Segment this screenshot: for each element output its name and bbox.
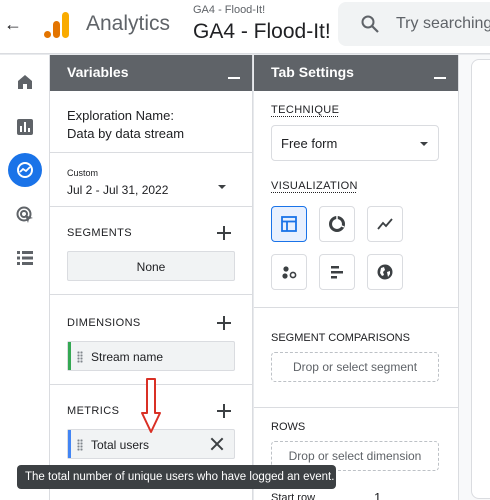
metrics-label: METRICS xyxy=(67,405,119,417)
explore-icon xyxy=(15,160,35,180)
canvas-panel xyxy=(458,55,490,500)
date-range-value[interactable]: Jul 2 - Jul 31, 2022 xyxy=(67,183,168,197)
dimensions-label: DIMENSIONS xyxy=(67,317,141,329)
dimension-chip-label: Stream name xyxy=(91,350,163,364)
rows-label: ROWS xyxy=(271,421,305,433)
segment-chip-label: None xyxy=(68,260,234,274)
viz-geo-button[interactable] xyxy=(367,254,403,290)
technique-value: Free form xyxy=(281,136,337,151)
left-nav xyxy=(0,55,50,500)
minimize-icon[interactable] xyxy=(434,77,446,79)
remove-metric-close-icon[interactable] xyxy=(210,437,224,451)
search-box[interactable]: Try searching xyxy=(338,2,490,46)
analytics-logo-icon xyxy=(42,10,72,40)
add-segment-plus-icon[interactable] xyxy=(217,226,231,240)
reports-icon xyxy=(15,117,35,137)
scatter-icon xyxy=(279,262,299,282)
segment-chip: None xyxy=(67,251,235,281)
configure-icon xyxy=(15,248,35,268)
property-name[interactable]: GA4 - Flood-It! xyxy=(193,20,331,44)
nav-advertising[interactable] xyxy=(8,198,42,232)
visualization-label: VISUALIZATION xyxy=(271,180,358,192)
segment-comparisons-label: SEGMENT COMPARISONS xyxy=(271,332,410,344)
tab-settings-title: Tab Settings xyxy=(271,64,354,80)
exploration-name-value[interactable]: Data by data stream xyxy=(67,126,184,141)
app-name: Analytics xyxy=(86,12,170,36)
minimize-icon[interactable] xyxy=(228,77,240,79)
variables-header: Variables xyxy=(50,55,252,91)
date-range-section xyxy=(50,153,252,207)
date-custom-label: Custom xyxy=(67,168,98,178)
tab-settings-panel: Tab Settings TECHNIQUE Free form VISUALI… xyxy=(254,55,458,500)
start-row-label: Start row xyxy=(271,492,315,500)
bar-chart-icon xyxy=(327,262,347,282)
segments-label: SEGMENTS xyxy=(67,227,132,239)
search-icon xyxy=(360,14,380,34)
tab-settings-header: Tab Settings xyxy=(254,55,458,91)
nav-home[interactable] xyxy=(8,65,42,99)
variables-title: Variables xyxy=(67,64,129,80)
viz-donut-button[interactable] xyxy=(319,206,355,242)
divider xyxy=(254,407,458,408)
nav-explore[interactable] xyxy=(8,153,42,187)
nav-configure[interactable] xyxy=(8,241,42,275)
drag-handle-icon[interactable] xyxy=(77,351,83,363)
viz-scatter-button[interactable] xyxy=(271,254,307,290)
segment-dropzone[interactable]: Drop or select segment xyxy=(271,352,439,382)
add-metric-plus-icon[interactable] xyxy=(217,404,231,418)
home-icon xyxy=(15,72,35,92)
line-chart-icon xyxy=(375,214,395,234)
viz-line-button[interactable] xyxy=(367,206,403,242)
viz-bar-button[interactable] xyxy=(319,254,355,290)
search-placeholder: Try searching xyxy=(396,15,490,33)
account-name[interactable]: GA4 - Flood-It! xyxy=(193,4,265,16)
metric-chip-label: Total users xyxy=(91,438,149,452)
geo-map-icon xyxy=(375,262,395,282)
technique-select[interactable]: Free form xyxy=(271,125,439,161)
divider xyxy=(254,307,458,308)
viz-table-button[interactable] xyxy=(271,206,307,242)
start-row-value[interactable]: 1 xyxy=(374,490,381,500)
advertising-icon xyxy=(15,205,35,225)
back-arrow-icon[interactable]: ← xyxy=(4,13,22,35)
metric-color-bar xyxy=(68,430,71,458)
annotation-arrow-icon xyxy=(140,377,162,435)
chevron-down-icon[interactable] xyxy=(218,185,226,189)
canvas-card xyxy=(471,59,490,499)
drag-handle-icon[interactable] xyxy=(77,439,83,451)
table-icon xyxy=(279,214,299,234)
top-bar: ← Analytics GA4 - Flood-It! GA4 - Flood-… xyxy=(0,0,490,54)
nav-reports[interactable] xyxy=(8,110,42,144)
donut-chart-icon xyxy=(327,214,347,234)
metric-tooltip: The total number of unique users who hav… xyxy=(17,465,336,489)
dimension-color-bar xyxy=(68,342,71,370)
chevron-down-icon xyxy=(420,142,428,146)
dimension-chip-stream-name[interactable]: Stream name xyxy=(67,341,235,371)
exploration-name-label: Exploration Name: xyxy=(67,108,174,123)
technique-label: TECHNIQUE xyxy=(271,104,339,116)
add-dimension-plus-icon[interactable] xyxy=(217,316,231,330)
dimensions-section xyxy=(50,295,252,385)
